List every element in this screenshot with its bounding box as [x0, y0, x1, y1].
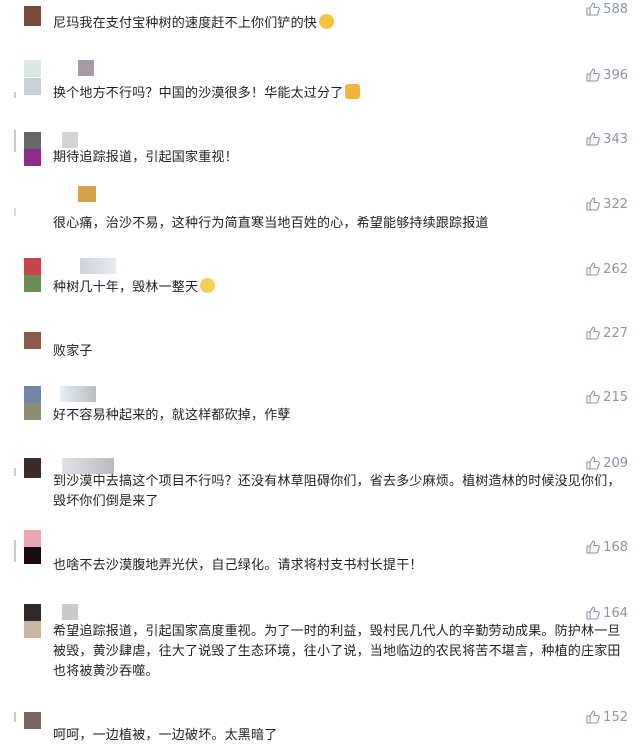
avatar[interactable] [24, 6, 41, 26]
like-button[interactable]: 396 [586, 66, 628, 84]
avatar[interactable] [24, 149, 41, 166]
avatar[interactable] [24, 621, 41, 638]
like-button[interactable]: 322 [586, 195, 628, 213]
comment-item: 168 也啥不去沙漠腹地弄光伏，自己绿化。请求将村支书村长提干！ [0, 528, 638, 596]
avatar[interactable] [24, 275, 41, 292]
avatar[interactable] [24, 132, 41, 149]
like-count: 215 [603, 389, 628, 405]
comment-text: 到沙漠中去搞这个项目不行吗？还没有林草阻碍你们，省去多少麻烦。植树造林的时候没见… [53, 474, 621, 509]
avatar[interactable] [24, 403, 41, 420]
comment-item: 227 败家子 [0, 322, 638, 382]
like-count: 262 [603, 261, 628, 277]
comment-item: 209 到沙漠中去搞这个项目不行吗？还没有林草阻碍你们，省去多少麻烦。植树造林的… [0, 450, 638, 526]
comment-text: 好不容易种起来的，就这样都砍掉，作孽 [53, 408, 291, 423]
like-count: 343 [603, 131, 628, 147]
avatar[interactable] [24, 258, 41, 275]
comment-text: 期待追踪报道，引起国家重视！ [53, 150, 238, 165]
comment-text: 败家子 [53, 344, 93, 359]
comment-text: 尼玛我在支付宝种树的速度赶不上你们铲的快 [53, 14, 623, 34]
thumbs-up-icon [586, 540, 601, 554]
like-button[interactable]: 152 [586, 708, 628, 726]
like-button[interactable]: 168 [586, 538, 628, 556]
comment-item: 152 呵呵，一边植被，一边破坏。太黑暗了 [0, 700, 638, 749]
comment-item: 588 尼玛我在支付宝种树的速度赶不上你们铲的快 [0, 0, 638, 60]
thumbs-up-icon [586, 326, 601, 340]
avatar[interactable] [24, 604, 41, 621]
like-button[interactable]: 343 [586, 130, 628, 148]
like-count: 322 [603, 196, 628, 212]
thumbs-up-icon [586, 262, 601, 276]
comment-item: 164 希望追踪报道，引起国家高度重视。为了一时的利益，毁村民几代人的辛勤劳动成… [0, 600, 638, 696]
comment-item: 396 换个地方不行吗？中国的沙漠很多！华能太过分了 [0, 58, 638, 128]
comment-text: 很心痛，治沙不易，这种行为简直寒当地百姓的心，希望能够持续跟踪报道 [53, 216, 489, 231]
comment-item: 322 很心痛，治沙不易，这种行为简直寒当地百姓的心，希望能够持续跟踪报道 [0, 186, 638, 256]
laughing-emoji [319, 14, 335, 29]
like-button[interactable]: 215 [586, 388, 628, 406]
like-count: 209 [603, 455, 628, 471]
thumbs-up-icon [586, 68, 601, 82]
thumbs-up-icon [586, 390, 601, 404]
avatar[interactable] [24, 458, 41, 478]
like-button[interactable]: 209 [586, 454, 628, 472]
avatar[interactable] [24, 712, 41, 729]
comment-text: 希望追踪报道，引起国家高度重视。为了一时的利益，毁村民几代人的辛勤劳动成果。防护… [53, 624, 621, 679]
comment-text: 种树几十年，毁林一整天 [53, 278, 623, 298]
avatar[interactable] [24, 530, 41, 547]
comment-item: 215 好不容易种起来的，就这样都砍掉，作孽 [0, 382, 638, 448]
thumbs-up-icon [586, 456, 601, 470]
like-count: 168 [603, 539, 628, 555]
like-count: 152 [603, 709, 628, 725]
thumbs-up-icon [586, 197, 601, 211]
like-count: 396 [603, 67, 628, 83]
like-count: 227 [603, 325, 628, 341]
thumbs-up-icon [586, 606, 601, 620]
avatar[interactable] [24, 78, 41, 95]
comment-list: 588 尼玛我在支付宝种树的速度赶不上你们铲的快 396 换个地方不行吗？中国的… [0, 0, 638, 749]
comment-text: 换个地方不行吗？中国的沙漠很多！华能太过分了 [53, 84, 623, 104]
like-button[interactable]: 262 [586, 260, 628, 278]
comment-text: 呵呵，一边植被，一边破坏。太黑暗了 [53, 728, 278, 743]
like-button[interactable]: 227 [586, 324, 628, 342]
thumbs-up-icon [586, 710, 601, 724]
comment-item: 262 种树几十年，毁林一整天 [0, 256, 638, 326]
thumbs-down-emoji [345, 84, 361, 99]
thumbs-up-icon [586, 132, 601, 146]
comment-text: 也啥不去沙漠腹地弄光伏，自己绿化。请求将村支书村长提干！ [53, 558, 423, 573]
avatar[interactable] [24, 386, 41, 403]
like-button[interactable]: 164 [586, 604, 628, 622]
avatar[interactable] [24, 60, 41, 77]
comment-item: 343 期待追踪报道，引起国家重视！ [0, 128, 638, 194]
avatar[interactable] [24, 547, 41, 564]
avatar[interactable] [24, 332, 41, 349]
like-count: 164 [603, 605, 628, 621]
smile-emoji [200, 278, 216, 293]
